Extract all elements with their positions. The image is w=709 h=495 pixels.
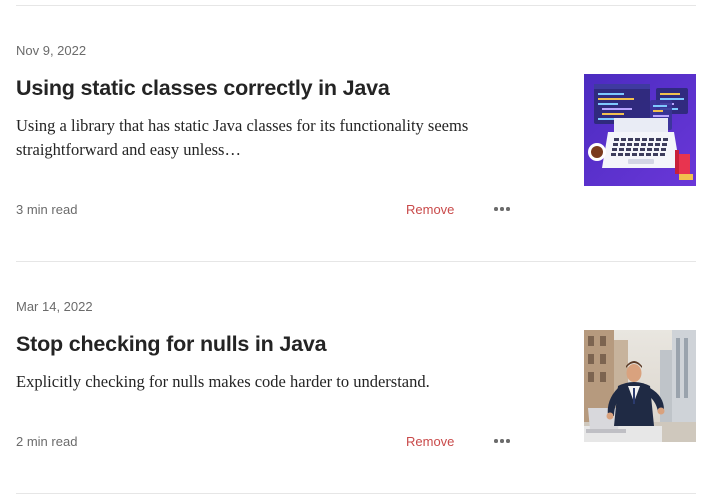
- bottom-divider: [16, 493, 696, 494]
- read-time: 2 min read: [16, 434, 78, 449]
- article-subtitle[interactable]: Using a library that has static Java cla…: [16, 114, 516, 162]
- article-date: Nov 9, 2022: [16, 43, 87, 58]
- article-date: Mar 14, 2022: [16, 299, 93, 314]
- top-divider: [16, 5, 696, 6]
- article-subtitle[interactable]: Explicitly checking for nulls makes code…: [16, 370, 516, 394]
- more-horizontal-icon[interactable]: [492, 434, 512, 448]
- man-meditating-photo-icon: [584, 330, 696, 442]
- more-horizontal-icon[interactable]: [492, 202, 512, 216]
- article-thumbnail[interactable]: [584, 74, 696, 186]
- article-title[interactable]: Stop checking for nulls in Java: [16, 332, 327, 357]
- article-thumbnail[interactable]: [584, 330, 696, 442]
- read-time: 3 min read: [16, 202, 78, 217]
- article-title[interactable]: Using static classes correctly in Java: [16, 76, 390, 101]
- remove-button[interactable]: Remove: [406, 434, 454, 449]
- laptop-code-illustration-icon: [584, 74, 696, 186]
- article-divider: [16, 261, 696, 262]
- remove-button[interactable]: Remove: [406, 202, 454, 217]
